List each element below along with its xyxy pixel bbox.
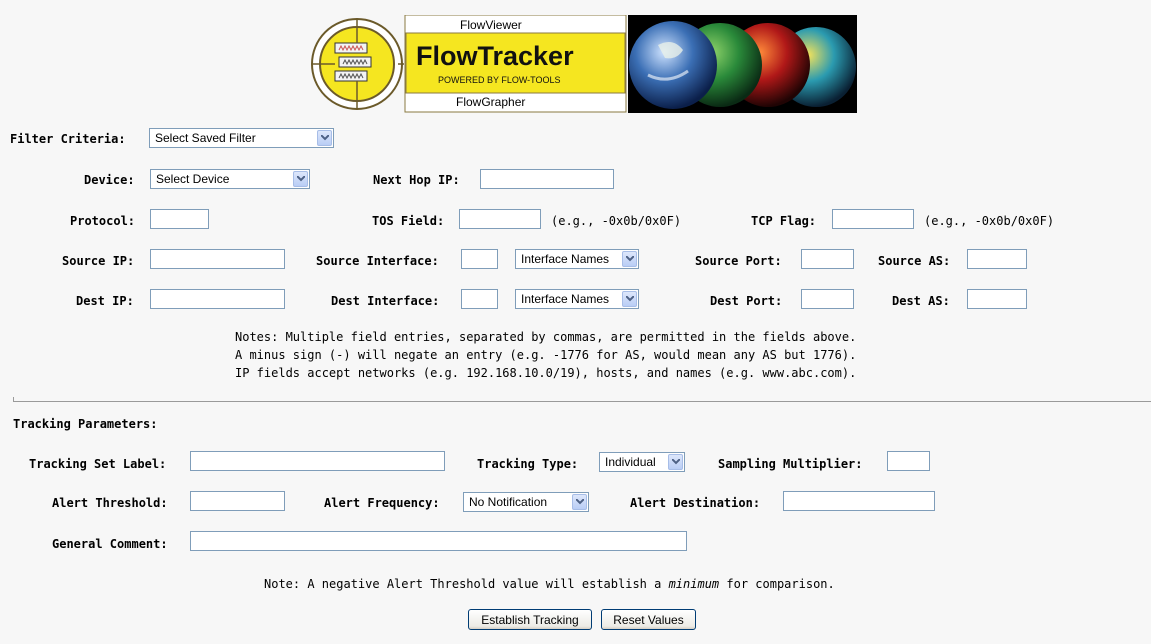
earth-globes-image — [628, 15, 857, 113]
next-hop-ip-label: Next Hop IP: — [373, 173, 460, 187]
saved-filter-select[interactable]: Select Saved Filter — [149, 128, 334, 148]
source-ip-label: Source IP: — [62, 254, 135, 268]
protocol-input[interactable] — [150, 209, 209, 229]
flowtracker-logo: FlowViewer FlowTracker POWERED BY FLOW-T… — [310, 15, 627, 113]
dest-interface-names-select[interactable]: Interface Names — [515, 289, 639, 309]
alert-destination-input[interactable] — [783, 491, 935, 511]
dest-port-input[interactable] — [801, 289, 854, 309]
source-port-label: Source Port: — [695, 254, 782, 268]
source-as-label: Source AS: — [878, 254, 951, 268]
tracking-parameters-heading: Tracking Parameters: — [13, 417, 158, 431]
establish-tracking-button[interactable]: Establish Tracking — [468, 609, 592, 630]
chevron-down-icon — [293, 171, 308, 187]
notes-line-2: A minus sign (-) will negate an entry (e… — [235, 348, 857, 362]
dest-interface-input[interactable] — [461, 289, 498, 309]
notes-line-3: IP fields accept networks (e.g. 192.168.… — [235, 366, 857, 380]
alert-frequency-value: No Notification — [469, 495, 548, 509]
dest-ip-input[interactable] — [150, 289, 285, 309]
alert-threshold-input[interactable] — [190, 491, 285, 511]
threshold-note-end: for comparison. — [719, 577, 835, 591]
source-interface-names-value: Interface Names — [521, 252, 610, 266]
section-divider — [13, 401, 1151, 402]
alert-destination-label: Alert Destination: — [630, 496, 761, 510]
source-interface-label: Source Interface: — [316, 254, 439, 268]
reset-values-button[interactable]: Reset Values — [601, 609, 696, 630]
tos-field-input[interactable] — [459, 209, 541, 229]
tcp-flag-hint: (e.g., -0x0b/0x0F) — [924, 214, 1055, 228]
source-interface-input[interactable] — [461, 249, 498, 269]
threshold-note-emphasis: minimum — [668, 577, 720, 591]
tos-field-label: TOS Field: — [372, 214, 445, 228]
chevron-down-icon — [668, 454, 683, 470]
general-comment-label: General Comment: — [52, 537, 168, 551]
tracking-set-label-input[interactable] — [190, 451, 445, 471]
chevron-down-icon — [572, 494, 587, 510]
tcp-flag-input[interactable] — [832, 209, 914, 229]
logo-top-link[interactable]: FlowViewer — [460, 18, 522, 32]
saved-filter-value: Select Saved Filter — [155, 131, 256, 145]
dest-interface-names-value: Interface Names — [521, 292, 610, 306]
dest-as-label: Dest AS: — [892, 294, 950, 308]
chevron-down-icon — [622, 251, 637, 267]
device-value: Select Device — [156, 172, 230, 186]
dest-ip-label: Dest IP: — [76, 294, 134, 308]
dest-as-input[interactable] — [967, 289, 1027, 309]
alert-frequency-label: Alert Frequency: — [324, 496, 440, 510]
logo-bottom-link[interactable]: FlowGrapher — [456, 95, 525, 109]
chevron-down-icon — [317, 130, 332, 146]
logo-title: FlowTracker — [416, 41, 574, 71]
source-port-input[interactable] — [801, 249, 854, 269]
tracking-type-select[interactable]: Individual — [599, 452, 685, 472]
threshold-note-start: Note: A negative Alert Threshold value w… — [264, 577, 669, 591]
source-as-input[interactable] — [967, 249, 1027, 269]
tracking-type-value: Individual — [605, 455, 656, 469]
tos-field-hint: (e.g., -0x0b/0x0F) — [551, 214, 682, 228]
alert-frequency-select[interactable]: No Notification — [463, 492, 589, 512]
tracking-type-label: Tracking Type: — [477, 457, 579, 471]
device-select[interactable]: Select Device — [150, 169, 310, 189]
notes-line-1: Notes: Multiple field entries, separated… — [235, 330, 857, 344]
sampling-multiplier-input[interactable] — [887, 451, 930, 471]
alert-threshold-label: Alert Threshold: — [52, 496, 168, 510]
source-interface-names-select[interactable]: Interface Names — [515, 249, 639, 269]
protocol-label: Protocol: — [70, 214, 136, 228]
chevron-down-icon — [622, 291, 637, 307]
filter-criteria-label: Filter Criteria: — [10, 132, 126, 146]
dest-interface-label: Dest Interface: — [331, 294, 440, 308]
sampling-multiplier-label: Sampling Multiplier: — [718, 457, 863, 471]
source-ip-input[interactable] — [150, 249, 285, 269]
tcp-flag-label: TCP Flag: — [751, 214, 817, 228]
device-label: Device: — [84, 173, 135, 187]
logo-subtitle: POWERED BY FLOW-TOOLS — [438, 75, 561, 85]
dest-port-label: Dest Port: — [710, 294, 783, 308]
tracking-set-label-label: Tracking Set Label: — [29, 457, 167, 471]
next-hop-ip-input[interactable] — [480, 169, 614, 189]
general-comment-input[interactable] — [190, 531, 687, 551]
threshold-note: Note: A negative Alert Threshold value w… — [264, 577, 835, 591]
